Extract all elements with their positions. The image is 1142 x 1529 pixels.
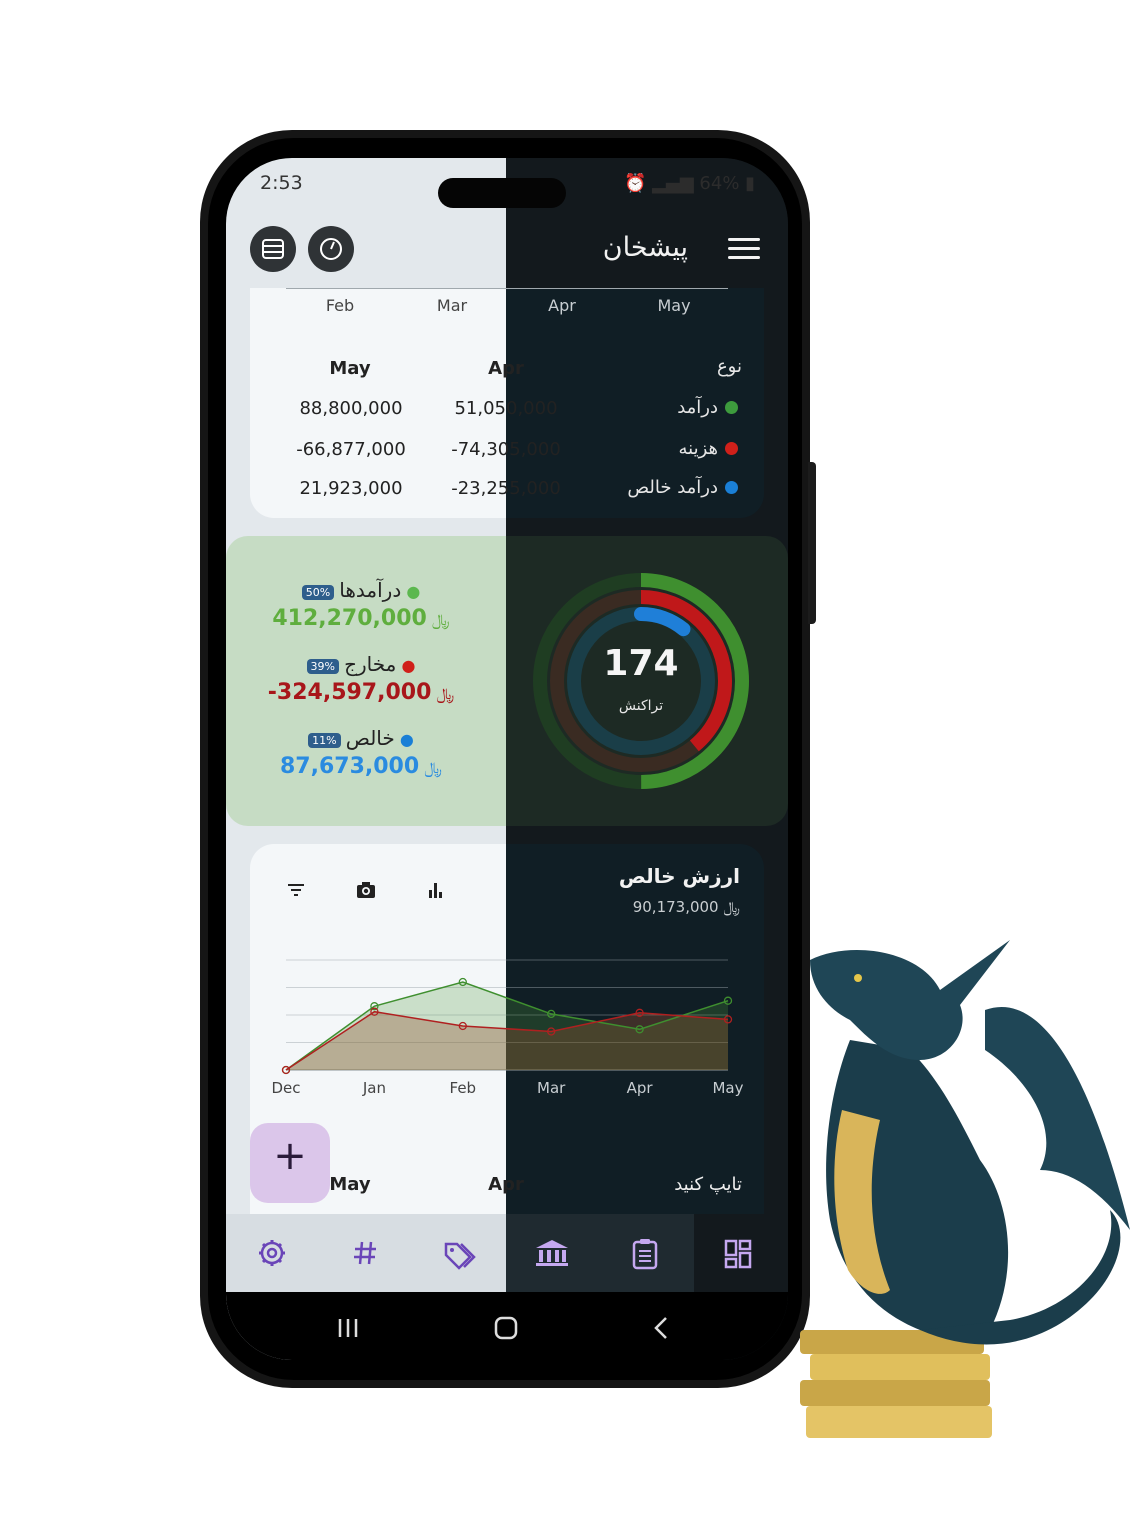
hash-icon <box>354 1241 376 1265</box>
table-cell: -74,305,000 <box>451 439 561 460</box>
system-nav-bar <box>226 1292 788 1360</box>
currency-symbol: ﷼ <box>424 758 442 777</box>
net-percent-badge: 11% <box>308 733 341 748</box>
transactions-label: تراکنش <box>618 698 664 714</box>
status-icons: ⏰ ▂▄▆ 64% ▮ <box>624 173 755 194</box>
net-income-dot <box>725 481 738 494</box>
net-stat-heading: 11% خالص ● <box>226 726 496 750</box>
currency-symbol: ﷼ <box>436 684 455 703</box>
alarm-icon: ⏰ <box>624 173 647 194</box>
month-label: Mar <box>436 296 468 315</box>
net-value: 87,673,000 <box>280 754 420 779</box>
net-label: خالص <box>345 726 395 750</box>
battery-icon: ▮ <box>745 173 756 194</box>
plus-icon: + <box>273 1133 307 1179</box>
bar-chart-icon[interactable] <box>424 878 448 902</box>
nav-tags[interactable] <box>412 1214 505 1292</box>
dragon-wing <box>985 1006 1130 1230</box>
accounts-overview-button[interactable] <box>250 226 296 272</box>
camera-notch <box>438 178 566 208</box>
income-stat-heading: 50% درآمدها ● <box>226 578 496 602</box>
net-worth-title: ارزش خالص <box>618 864 740 888</box>
net-worth-line-chart: Dec Jan Feb Mar Apr May <box>271 959 744 1097</box>
phone-side-button <box>808 462 816 624</box>
x-tick-label: Mar <box>537 1079 566 1097</box>
status-time: 2:53 <box>260 172 303 194</box>
add-transaction-button[interactable]: + <box>250 1123 330 1203</box>
income-value: 412,270,000 <box>272 606 427 631</box>
wallet-icon <box>262 239 284 259</box>
currency-symbol: ﷼ <box>723 898 740 916</box>
camera-icon[interactable] <box>354 878 378 902</box>
row-label-net-income: درآمد خالص <box>627 477 718 498</box>
expense-dot <box>725 442 738 455</box>
table-cell: 21,923,000 <box>299 478 403 499</box>
tags-icon <box>444 1242 476 1270</box>
table-cell: -23,255,000 <box>451 478 561 499</box>
income-percent-badge: 50% <box>301 585 335 600</box>
nav-budgets[interactable] <box>598 1214 691 1292</box>
x-tick-label: Apr <box>627 1079 654 1097</box>
net-worth-value: 90,173,000 <box>632 898 719 916</box>
table-cell: 51,050,000 <box>454 398 558 419</box>
nav-settings[interactable] <box>226 1214 319 1292</box>
income-dot: ● <box>406 582 421 601</box>
column-header-apr: Apr <box>488 358 524 379</box>
column-header-may: May <box>329 358 371 379</box>
expense-label: مخارج <box>344 652 397 676</box>
dragon-head <box>810 940 1010 1060</box>
back-icon[interactable] <box>650 1316 674 1340</box>
coin-stack <box>800 1330 992 1438</box>
income-label: درآمدها <box>339 578 402 602</box>
phone-screen: 2:53 ⏰ ▂▄▆ 64% ▮ پیشخان Feb Mar Apr May … <box>226 158 788 1360</box>
menu-button[interactable] <box>728 238 760 262</box>
chart-axis-line <box>286 288 728 289</box>
bank-icon <box>536 1240 568 1266</box>
clipboard-icon <box>632 1239 658 1270</box>
row-label-expense: هزینه <box>678 438 718 459</box>
expense-stat-heading: 39% مخارج ● <box>226 652 496 676</box>
row-label-income: درآمد <box>677 397 718 418</box>
dragon-mascot-illustration <box>800 940 1130 1438</box>
month-label: Apr <box>548 296 576 315</box>
recent-apps-icon[interactable] <box>334 1316 362 1340</box>
home-icon[interactable] <box>492 1314 520 1342</box>
expense-dot: ● <box>401 656 416 675</box>
table-cell: 88,800,000 <box>299 398 403 419</box>
x-tick-label: Feb <box>450 1079 477 1097</box>
x-tick-label: May <box>712 1079 743 1097</box>
nav-accounts[interactable] <box>505 1214 598 1292</box>
expense-value: -324,597,000 <box>267 680 432 705</box>
dragon-eye <box>854 974 862 982</box>
speedometer-button[interactable] <box>308 226 354 272</box>
x-tick-label: Jan <box>362 1079 386 1097</box>
speedometer-icon <box>320 238 342 260</box>
x-tick-label: Dec <box>271 1079 300 1097</box>
table-cell: -66,877,000 <box>296 439 406 460</box>
column-header-apr: Apr <box>488 1174 524 1195</box>
expense-stat-value: -324,597,000 ﷼ <box>226 680 496 705</box>
net-stat-value: 87,673,000 ﷼ <box>226 754 496 779</box>
currency-symbol: ﷼ <box>431 610 450 629</box>
column-header-type: نوع <box>716 356 742 377</box>
month-label: May <box>657 296 691 315</box>
gear-icon <box>259 1240 285 1266</box>
net-worth-value-line: ﷼ 90,173,000 <box>596 898 740 916</box>
filter-icon[interactable] <box>284 878 308 902</box>
expense-percent-badge: 39% <box>306 659 339 674</box>
column-header-type: تایپ کنید <box>674 1174 742 1195</box>
signal-icon: ▂▄▆ <box>652 173 694 194</box>
transactions-count: 174 <box>603 643 679 684</box>
page-title: پیشخان <box>602 232 688 263</box>
net-dot: ● <box>399 730 414 749</box>
income-stat-value: 412,270,000 ﷼ <box>226 606 496 631</box>
month-label: Feb <box>325 296 355 315</box>
income-dot <box>725 401 738 414</box>
nav-hashtags[interactable] <box>319 1214 412 1292</box>
battery-percent: 64% <box>699 173 740 194</box>
